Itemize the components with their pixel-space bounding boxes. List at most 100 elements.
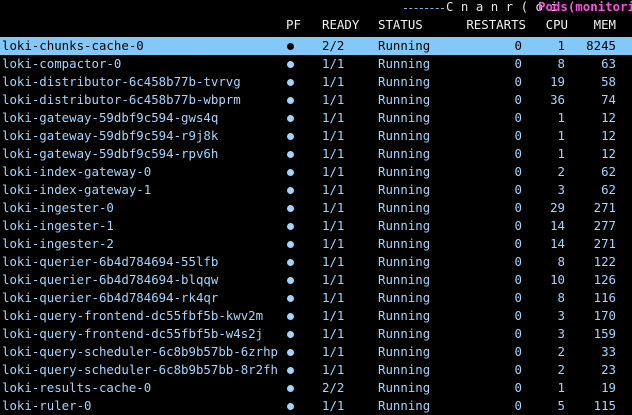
- table-row[interactable]: loki-distributor-6c458b77b-tvrvg 1/1 Runni…: [0, 73, 632, 91]
- restarts-value: 0: [514, 254, 522, 269]
- column-header-status[interactable]: STATUS: [378, 16, 423, 34]
- status-value: Running: [378, 380, 431, 395]
- column-header-mem[interactable]: MEM: [594, 16, 616, 34]
- status-value: Running: [378, 128, 431, 143]
- cpu-value: 14: [550, 218, 565, 233]
- table-row[interactable]: loki-gateway-59dbf9c594-r9j8k 1/1 Running 0…: [0, 127, 632, 145]
- restarts-value: 0: [514, 236, 522, 251]
- cpu-value: 2: [557, 164, 565, 179]
- port-forward-indicator-icon: [287, 169, 294, 176]
- status-value: Running: [378, 254, 431, 269]
- mem-value: 12: [601, 146, 616, 161]
- restarts-value: 0: [514, 164, 522, 179]
- port-forward-indicator-icon: [287, 259, 294, 266]
- pod-name: loki-gateway-59dbf9c594-r9j8k: [2, 128, 219, 143]
- status-value: Running: [378, 56, 431, 71]
- ready-value: 1/1: [322, 308, 345, 323]
- status-value: Running: [378, 308, 431, 323]
- status-value: Running: [378, 92, 431, 107]
- port-forward-indicator-icon: [287, 97, 294, 104]
- cpu-value: 1: [557, 128, 565, 143]
- column-header-ready[interactable]: READY: [322, 16, 359, 34]
- pod-name: loki-gateway-59dbf9c594-rpv6h: [2, 146, 219, 161]
- port-forward-indicator-icon: [287, 151, 294, 158]
- table-row[interactable]: loki-ingester-2 1/1 Running 0 14 271: [0, 235, 632, 253]
- restarts-value: 0: [514, 272, 522, 287]
- restarts-value: 0: [514, 344, 522, 359]
- column-header-pf[interactable]: PF: [286, 16, 301, 34]
- pod-name: loki-query-frontend-dc55fbf5b-w4s2j: [2, 326, 264, 341]
- status-value: Running: [378, 326, 431, 341]
- port-forward-indicator-icon: [287, 115, 294, 122]
- table-row[interactable]: loki-query-frontend-dc55fbf5b-w4s2j 1/1 Ru…: [0, 325, 632, 343]
- port-forward-indicator-icon: [287, 403, 294, 410]
- mem-value: 74: [601, 92, 616, 107]
- column-header-restarts[interactable]: RESTARTS: [466, 16, 526, 34]
- restarts-value: 0: [514, 110, 522, 125]
- cpu-value: 8: [557, 254, 565, 269]
- table-row[interactable]: loki-compactor-0 1/1 Running 0 8 63: [0, 55, 632, 73]
- restarts-value: 0: [514, 56, 522, 71]
- table-row[interactable]: loki-distributor-6c458b77b-wbprm 1/1 Runni…: [0, 91, 632, 109]
- port-forward-indicator-icon: [287, 187, 294, 194]
- status-value: Running: [378, 236, 431, 251]
- pod-name: loki-index-gateway-0: [2, 164, 152, 179]
- ready-value: 1/1: [322, 146, 345, 161]
- table-row[interactable]: loki-gateway-59dbf9c594-rpv6h 1/1 Running 0…: [0, 145, 632, 163]
- column-header-cpu[interactable]: CPU: [546, 16, 568, 34]
- mem-value: 8245: [586, 38, 616, 53]
- table-row[interactable]: loki-gateway-59dbf9c594-gws4q 1/1 Running 0…: [0, 109, 632, 127]
- table-row[interactable]: loki-query-scheduler-6c8b9b57bb-6zrhp 1/1…: [0, 343, 632, 361]
- cpu-value: 8: [557, 290, 565, 305]
- ready-value: 1/1: [322, 254, 345, 269]
- mem-value: 12: [601, 128, 616, 143]
- mem-value: 116: [593, 290, 616, 305]
- restarts-value: 0: [514, 146, 522, 161]
- table-row[interactable]: loki-results-cache-0 2/2 Running 0 1 19: [0, 379, 632, 397]
- view-title: Pods(monitoring): [538, 0, 632, 14]
- pod-name: loki-compactor-0: [2, 56, 122, 71]
- status-value: Running: [378, 362, 431, 377]
- pod-name: loki-distributor-6c458b77b-tvrvg: [2, 74, 241, 89]
- mem-value: 63: [601, 56, 616, 71]
- table-row[interactable]: loki-ingester-0 1/1 Running 0 29 271: [0, 199, 632, 217]
- mem-value: 122: [593, 254, 616, 269]
- cpu-value: 1: [557, 110, 565, 125]
- table-row[interactable]: loki-index-gateway-0 1/1 Running 0 2 62: [0, 163, 632, 181]
- table-row[interactable]: loki-querier-6b4d784694-rk4qr 1/1 Running 0…: [0, 289, 632, 307]
- restarts-value: 0: [514, 200, 522, 215]
- pod-name: loki-index-gateway-1: [2, 182, 152, 197]
- mem-value: 271: [593, 236, 616, 251]
- ready-value: 1/1: [322, 362, 345, 377]
- port-forward-indicator-icon: [287, 223, 294, 230]
- pod-name: loki-querier-6b4d784694-blqqw: [2, 272, 219, 287]
- status-value: Running: [378, 74, 431, 89]
- restarts-value: 0: [514, 128, 522, 143]
- table-row[interactable]: loki-querier-6b4d784694-55lfb 1/1 Running 0…: [0, 253, 632, 271]
- status-value: Running: [378, 218, 431, 233]
- ready-value: 1/1: [322, 326, 345, 341]
- ready-value: 2/2: [322, 38, 345, 53]
- cpu-value: 29: [550, 200, 565, 215]
- ready-value: 1/1: [322, 218, 345, 233]
- port-forward-indicator-icon: [287, 313, 294, 320]
- ready-value: 1/1: [322, 74, 345, 89]
- table-row[interactable]: loki-index-gateway-1 1/1 Running 0 3 62: [0, 181, 632, 199]
- pod-name: loki-chunks-cache-0: [2, 38, 144, 53]
- restarts-value: 0: [514, 380, 522, 395]
- table-row[interactable]: loki-querier-6b4d784694-blqqw 1/1 Running 0…: [0, 271, 632, 289]
- cpu-value: 2: [557, 344, 565, 359]
- port-forward-indicator-icon: [287, 133, 294, 140]
- cpu-value: 1: [557, 38, 565, 53]
- ready-value: 1/1: [322, 272, 345, 287]
- table-row[interactable]: loki-chunks-cache-0 2/2 Running 0 1 8245: [0, 37, 632, 55]
- status-value: Running: [378, 344, 431, 359]
- table-header: PF READY STATUS RESTARTS CPU MEM: [0, 16, 632, 36]
- cpu-value: 8: [557, 56, 565, 71]
- table-row[interactable]: loki-query-scheduler-6c8b9b57bb-8r2fh 1/1…: [0, 361, 632, 379]
- mem-value: 19: [601, 380, 616, 395]
- table-row[interactable]: loki-query-frontend-dc55fbf5b-kwv2m 1/1 Ru…: [0, 307, 632, 325]
- cpu-value: 3: [557, 326, 565, 341]
- table-row[interactable]: loki-ingester-1 1/1 Running 0 14 277: [0, 217, 632, 235]
- status-value: Running: [378, 110, 431, 125]
